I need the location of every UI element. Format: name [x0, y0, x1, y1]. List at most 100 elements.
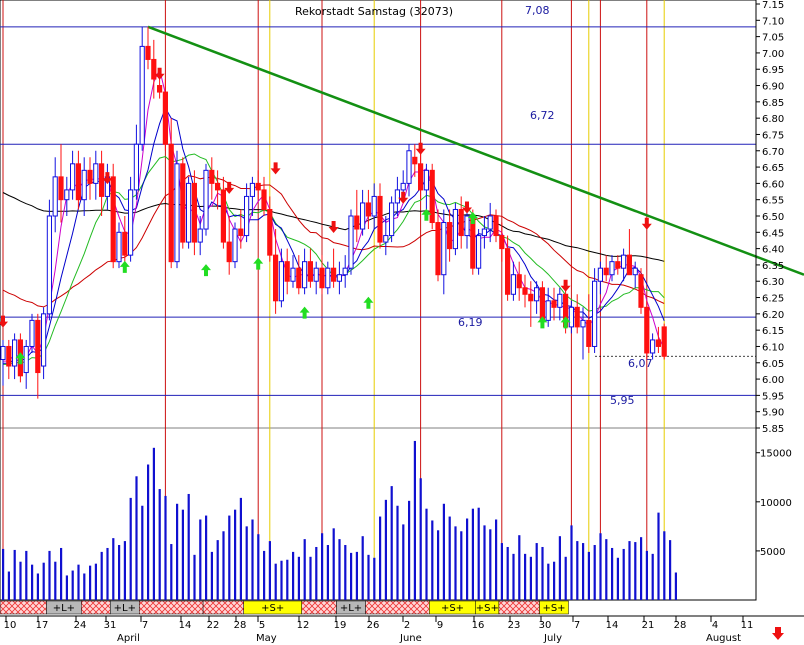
candle-up [441, 222, 447, 276]
price-tick-label: 6.75 [762, 130, 784, 141]
candle-up [389, 202, 395, 237]
date-tick-label: 19 [334, 620, 347, 631]
candle-up [481, 228, 487, 237]
volume-bar [123, 541, 126, 600]
volume-axis: 15000 10000 5000 [756, 449, 792, 558]
volume-bar [396, 505, 399, 600]
volume-bar [19, 561, 22, 600]
candle-up [139, 45, 145, 145]
price-tick-label: 6.50 [762, 212, 784, 223]
price-tick-label: 6.70 [762, 147, 784, 158]
date-tick-label: 2 [404, 620, 410, 631]
volume-bar [634, 542, 637, 600]
price-tick-label: 6.80 [762, 114, 784, 125]
volume-bar [489, 529, 492, 600]
volume-bar [89, 565, 92, 600]
date-tick-label: 17 [36, 620, 49, 631]
candle-up [452, 208, 458, 250]
volume-bar [587, 551, 590, 600]
signal-band-label: +S+ [441, 603, 464, 614]
signal-band [202, 600, 244, 615]
price-tick-label: 6.65 [762, 163, 784, 174]
candle-up [128, 189, 134, 256]
signal-band-label: +L+ [53, 603, 75, 614]
volume-bar [645, 550, 648, 600]
volume-bar [506, 546, 509, 600]
price-tick-label: 6.40 [762, 245, 784, 256]
candle-down [162, 91, 169, 145]
candle-down [226, 241, 232, 263]
volume-bar [338, 539, 341, 600]
candle-down [99, 163, 105, 197]
volume-bar [541, 546, 544, 600]
volume-bar [471, 508, 474, 600]
candle-up [0, 345, 6, 361]
date-tick-label: 5 [259, 620, 265, 631]
candle-down [220, 189, 227, 243]
candle-down [75, 163, 82, 201]
candle-down [284, 261, 290, 282]
volume-bar [605, 539, 608, 600]
signal-band [365, 600, 430, 615]
signal-band-row: +L+ +L+ +S+ +L+ +S+ +S+ +S+ [0, 600, 569, 615]
candle-up [46, 215, 52, 315]
volume-bar [657, 512, 660, 600]
volume-bar [65, 575, 68, 600]
volume-bar [669, 540, 672, 600]
volume-bar [379, 516, 382, 600]
candle-down [516, 274, 522, 289]
signal-band [139, 600, 204, 615]
volume-bar [477, 507, 480, 600]
volume-bar [152, 447, 155, 600]
date-tick-label: 26 [367, 620, 380, 631]
volume-bar [129, 497, 132, 600]
volume-bar [31, 564, 34, 600]
price-tick-label: 6.15 [762, 326, 784, 337]
level-label: 7,08 [525, 4, 550, 17]
volume-bar [361, 536, 364, 600]
volume-bar [466, 518, 469, 600]
candle-down [191, 182, 198, 243]
candle-up [203, 169, 209, 230]
price-tick-label: 5.90 [762, 408, 784, 419]
candle-up [510, 274, 516, 295]
candle-down [168, 143, 174, 263]
level-label: 5,95 [610, 394, 635, 407]
signal-band-label: +S+ [476, 603, 499, 614]
candle-down [661, 326, 667, 357]
candle-down [267, 208, 273, 256]
signal-band [81, 600, 111, 615]
volume-bar [384, 499, 387, 600]
date-tick-label: 22 [207, 620, 220, 631]
candle-down [145, 45, 151, 60]
volume-bar [402, 524, 405, 600]
volume-bar [582, 543, 585, 600]
month-label: August [706, 633, 741, 644]
candle-up [580, 319, 586, 328]
candle-down [603, 267, 609, 276]
candle-down [354, 215, 360, 230]
volume-bar [593, 545, 596, 600]
volume-bar [553, 561, 556, 600]
price-tick-label: 6.60 [762, 179, 784, 190]
candle-down [180, 163, 186, 243]
price-tick-label: 6.10 [762, 342, 784, 353]
volume-bar [181, 509, 184, 600]
candle-up [232, 228, 238, 263]
candle-up [29, 319, 35, 347]
volume-bar [2, 548, 5, 600]
candle-down [655, 339, 661, 347]
volume-bar [216, 540, 219, 600]
volume-bar [135, 476, 138, 600]
volume-bar [100, 551, 103, 600]
candle-up [464, 215, 470, 237]
candle-down [644, 306, 650, 354]
volume-bar [71, 570, 74, 600]
candle-up [394, 189, 400, 204]
price-tick-label: 6.30 [762, 277, 784, 288]
candle-up [423, 169, 429, 191]
candle-up [186, 182, 192, 243]
candle-up [23, 345, 29, 374]
candle-up [133, 143, 140, 191]
candle-down [626, 254, 632, 276]
